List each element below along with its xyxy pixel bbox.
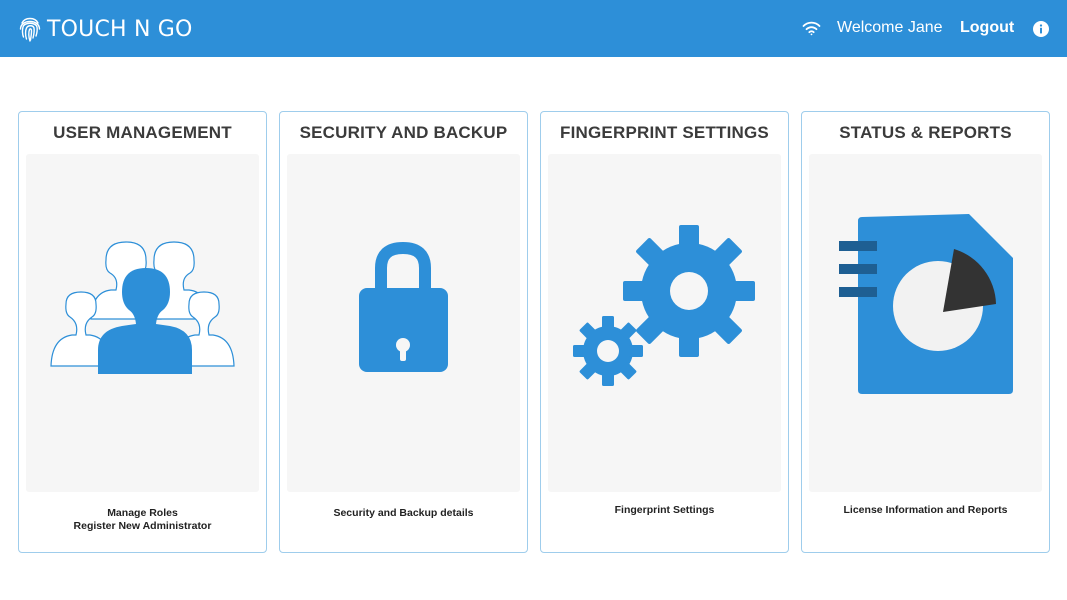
manage-roles-link[interactable]: Manage Roles <box>19 507 266 520</box>
register-admin-link[interactable]: Register New Administrator <box>19 520 266 533</box>
card-user-management[interactable]: USER MANAGEMENT Manage Roles Register Ne… <box>18 111 267 553</box>
card-title: USER MANAGEMENT <box>53 123 232 142</box>
brand[interactable]: TOUCH N GO <box>18 14 193 44</box>
top-bar: TOUCH N GO Welcome Jane Logout <box>0 0 1067 57</box>
info-icon[interactable] <box>1033 21 1049 37</box>
fingerprint-icon <box>19 17 41 42</box>
card-image-panel <box>26 154 259 492</box>
wifi-icon <box>802 21 821 36</box>
card-image-panel <box>287 154 520 492</box>
card-title: STATUS & REPORTS <box>839 123 1012 142</box>
card-title: FINGERPRINT SETTINGS <box>560 123 769 142</box>
card-description[interactable]: Fingerprint Settings <box>541 504 788 517</box>
welcome-text: Welcome Jane <box>837 19 943 36</box>
card-image-panel <box>548 154 781 492</box>
card-description: Manage Roles Register New Administrator <box>19 507 266 533</box>
lock-icon <box>359 241 448 372</box>
card-image-panel <box>809 154 1042 492</box>
users-icon <box>50 241 235 374</box>
card-status-reports[interactable]: STATUS & REPORTS License Information and… <box>801 111 1050 553</box>
card-fingerprint-settings[interactable]: FINGERPRINT SETTINGS Fingerprint Setting… <box>540 111 789 553</box>
card-description[interactable]: License Information and Reports <box>802 504 1049 517</box>
logout-link[interactable]: Logout <box>960 19 1014 37</box>
card-security-backup[interactable]: SECURITY AND BACKUP Security and Backup … <box>279 111 528 553</box>
brand-name: TOUCH N GO <box>47 16 193 42</box>
report-icon <box>839 214 1013 394</box>
gears-icon <box>573 225 755 386</box>
card-title: SECURITY AND BACKUP <box>299 123 508 142</box>
card-description[interactable]: Security and Backup details <box>280 507 527 520</box>
